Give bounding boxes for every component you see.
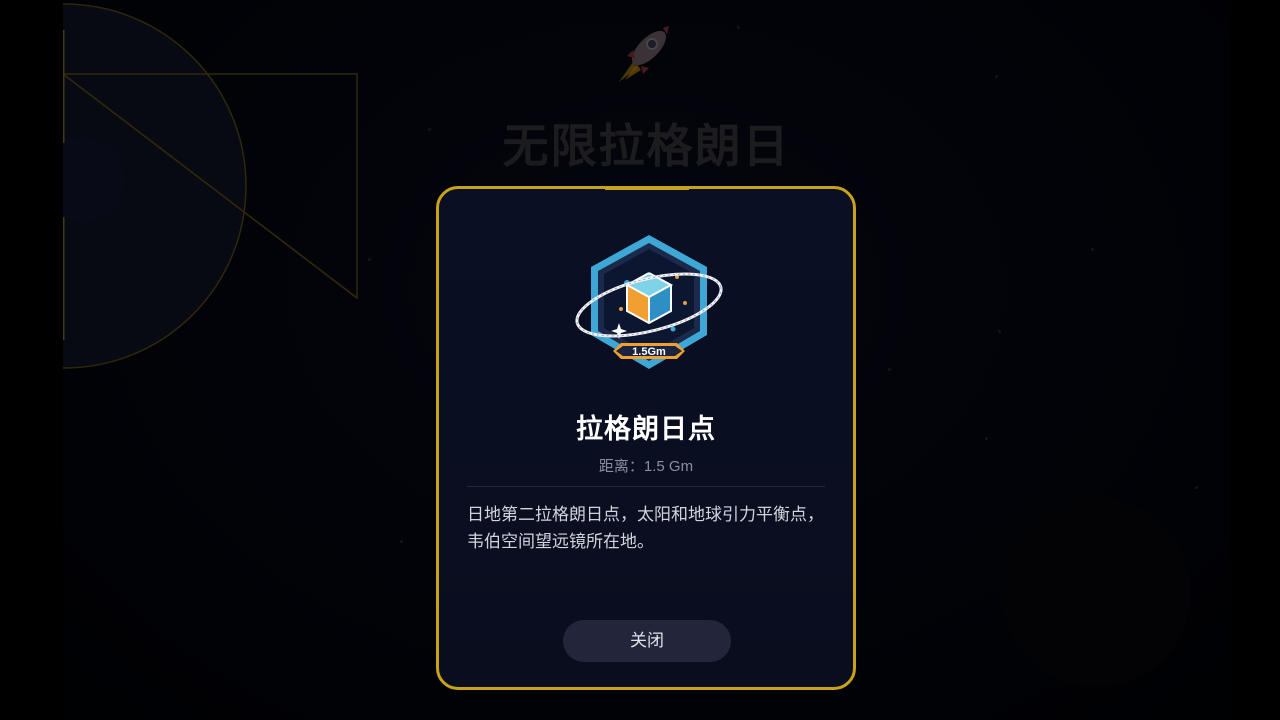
distance-label: 距离： (598, 458, 644, 475)
lagrange-point-info-modal: 1.5Gm 拉格朗日点 距离：1.5 Gm 日地第二拉格朗日点，太阳和地球引力平… (436, 186, 856, 690)
distance-value: 1.5 Gm (643, 458, 694, 475)
close-button[interactable]: 关闭 (563, 620, 731, 662)
modal-top-accent (605, 186, 689, 190)
modal-description: 日地第二拉格朗日点，太阳和地球引力平衡点，韦伯空间望远镜所在地。 (467, 505, 824, 552)
game-screen: 无限拉格朗日 1.5Gm 拉格朗日点 距离：1.5 Gm 日地第二拉格朗日点，太… (0, 0, 1280, 720)
lagrange-point-badge-icon: 1.5Gm (575, 235, 723, 369)
badge-label: 1.5Gm (632, 346, 666, 358)
modal-divider (467, 486, 825, 487)
modal-title: 拉格朗日点 (576, 414, 716, 445)
distance-row: 距离：1.5 Gm (439, 455, 853, 476)
